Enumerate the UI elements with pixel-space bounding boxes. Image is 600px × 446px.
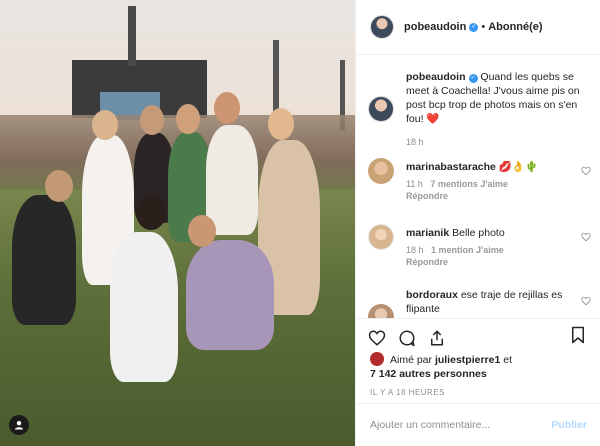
post-actions (356, 318, 600, 356)
comment-username[interactable]: bordoraux (406, 289, 458, 301)
caption-username[interactable]: pobeaudoin (406, 71, 466, 83)
comment-body: bordoraux ese traje de rejillas es flipa… (406, 288, 581, 316)
like-heart-icon[interactable] (366, 327, 388, 349)
comment-bubble-icon[interactable] (396, 327, 418, 349)
author-avatar[interactable] (368, 96, 394, 122)
post-panel: pobeaudoin ✓ • Abonné(e) pobeaudoin ✓ Qua… (355, 0, 600, 446)
tagged-users-icon[interactable] (9, 415, 29, 435)
comment-meta: 11 h 7 mentions J'aime Répondre (406, 178, 581, 202)
comment-likes[interactable]: 7 mentions J'aime (430, 179, 508, 189)
photo-person (206, 125, 258, 235)
comment-time: 11 h (406, 179, 423, 189)
photo-person-head (176, 104, 200, 134)
likes-others-link[interactable]: 7 142 autres personnes (370, 368, 487, 380)
comment-meta: 18 h 1 mention J'aime Répondre (406, 244, 581, 268)
share-icon[interactable] (426, 327, 448, 349)
header-separator: • (481, 21, 486, 33)
photo-person-head (136, 196, 166, 230)
commenter-avatar[interactable] (368, 158, 394, 184)
comment-username[interactable]: marianik (406, 227, 449, 239)
photo-person-head (188, 215, 216, 247)
post-photo[interactable] (0, 0, 355, 446)
author-avatar[interactable] (370, 15, 394, 39)
photo-person-head (214, 92, 240, 124)
likes-prefix: Aimé par (390, 354, 433, 366)
publish-button[interactable]: Publier (551, 419, 587, 431)
like-comment-heart-icon[interactable] (581, 166, 591, 176)
comment-username[interactable]: marinabastarache (406, 161, 496, 173)
comments-list[interactable]: pobeaudoin ✓ Quand les quebs se meet à Co… (356, 56, 600, 318)
comment-input[interactable]: Ajouter un commentaire... (370, 419, 490, 431)
comment-body: marinabastarache 💋👌🌵 11 h 7 mentions J'a… (406, 160, 581, 202)
post-header: pobeaudoin ✓ • Abonné(e) (356, 0, 600, 55)
likes-summary: Aimé par juliestpierre1 et 7 142 autres … (370, 352, 590, 381)
caption-body: pobeaudoin ✓ Quand les quebs se meet à Co… (406, 70, 581, 148)
comment-body: marianik Belle photo 18 h 1 mention J'ai… (406, 226, 581, 268)
photo-person-head (140, 105, 164, 135)
photo-person (186, 240, 274, 350)
photo-person-head (268, 108, 294, 140)
commenter-avatar[interactable] (368, 304, 394, 318)
like-comment-heart-icon[interactable] (581, 232, 591, 242)
photo-person (110, 232, 178, 382)
comment-text: 💋👌🌵 (498, 161, 539, 173)
verified-badge-icon: ✓ (468, 74, 478, 83)
photo-person-head (92, 110, 118, 140)
liker-username[interactable]: juliestpierre1 (435, 354, 500, 366)
verified-badge-icon: ✓ (469, 22, 479, 32)
post-timestamp: IL Y A 18 HEURES (370, 388, 446, 397)
comment-time: 18 h (406, 245, 424, 255)
photo-tower (128, 6, 136, 66)
liker-avatar[interactable] (370, 352, 384, 366)
reply-button[interactable]: Répondre (406, 257, 448, 267)
add-comment-bar: Ajouter un commentaire... Publier (356, 403, 600, 446)
caption-time: 18 h (406, 137, 424, 147)
likes-connector: et (503, 354, 512, 366)
comment-text: Belle photo (452, 227, 505, 239)
like-comment-heart-icon[interactable] (581, 296, 591, 306)
follow-status-button[interactable]: Abonné(e) (488, 21, 542, 33)
photo-person-head (45, 170, 73, 202)
author-username[interactable]: pobeaudoin (404, 21, 466, 33)
bookmark-icon[interactable] (570, 326, 586, 347)
reply-button[interactable]: Répondre (406, 191, 448, 201)
commenter-avatar[interactable] (368, 224, 394, 250)
comment-likes[interactable]: 1 mention J'aime (431, 245, 504, 255)
photo-person (12, 195, 76, 325)
